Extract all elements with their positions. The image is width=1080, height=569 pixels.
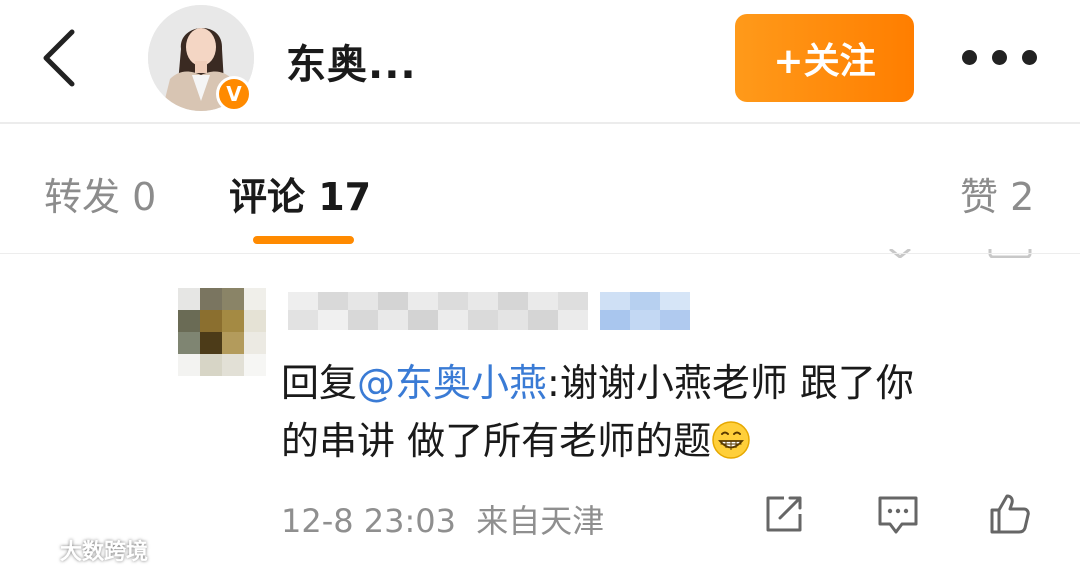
verified-badge: V — [216, 76, 252, 112]
comment-body: 回复@东奥小燕:谢谢小燕老师 跟了你 的串讲 做了所有老师的题 — [281, 354, 1041, 470]
watermark-text: 大数跨境 — [60, 540, 149, 565]
tab-repost[interactable]: 转发 0 — [44, 166, 156, 221]
tabs-divider — [0, 253, 1080, 254]
grin-emoji-icon — [712, 421, 750, 459]
scrolled-icon — [988, 246, 1032, 258]
author-name[interactable]: 东奥... — [286, 32, 417, 90]
scrolled-icon — [886, 246, 914, 258]
comment-source: 来自天津 — [476, 502, 605, 540]
more-button[interactable] — [962, 40, 1038, 76]
like-icon — [990, 494, 1030, 534]
comment-text-line1: :谢谢小燕老师 跟了你 — [547, 361, 914, 405]
share-icon — [766, 496, 802, 532]
comment-timestamp: 12-8 23:03 — [281, 502, 457, 540]
tab-likes[interactable]: 赞 2 — [960, 166, 1034, 221]
more-dots-icon — [962, 50, 977, 65]
back-button[interactable] — [30, 22, 90, 94]
more-dot — [1022, 50, 1037, 65]
like-button[interactable] — [986, 490, 1034, 538]
share-button[interactable] — [760, 490, 808, 538]
chevron-left-icon — [43, 29, 75, 87]
comment-icon — [878, 496, 918, 534]
watermark: 大数跨境 — [8, 534, 148, 566]
reply-button[interactable] — [874, 490, 922, 538]
watermark-logo-icon — [8, 540, 51, 560]
comment-text-line2: 的串讲 做了所有老师的题 — [281, 419, 712, 463]
comment-meta: 12-8 23:03 来自天津 — [281, 496, 604, 542]
reply-prefix: 回复 — [281, 361, 358, 405]
active-tab-indicator — [253, 236, 354, 244]
header-divider — [0, 122, 1080, 124]
tab-comments[interactable]: 评论 17 — [229, 166, 371, 221]
follow-button[interactable]: +关注 — [735, 14, 914, 102]
post-header: V 东奥... +关注 — [0, 0, 1080, 122]
mention-link[interactable]: @东奥小燕 — [357, 361, 547, 405]
more-dot — [992, 50, 1007, 65]
